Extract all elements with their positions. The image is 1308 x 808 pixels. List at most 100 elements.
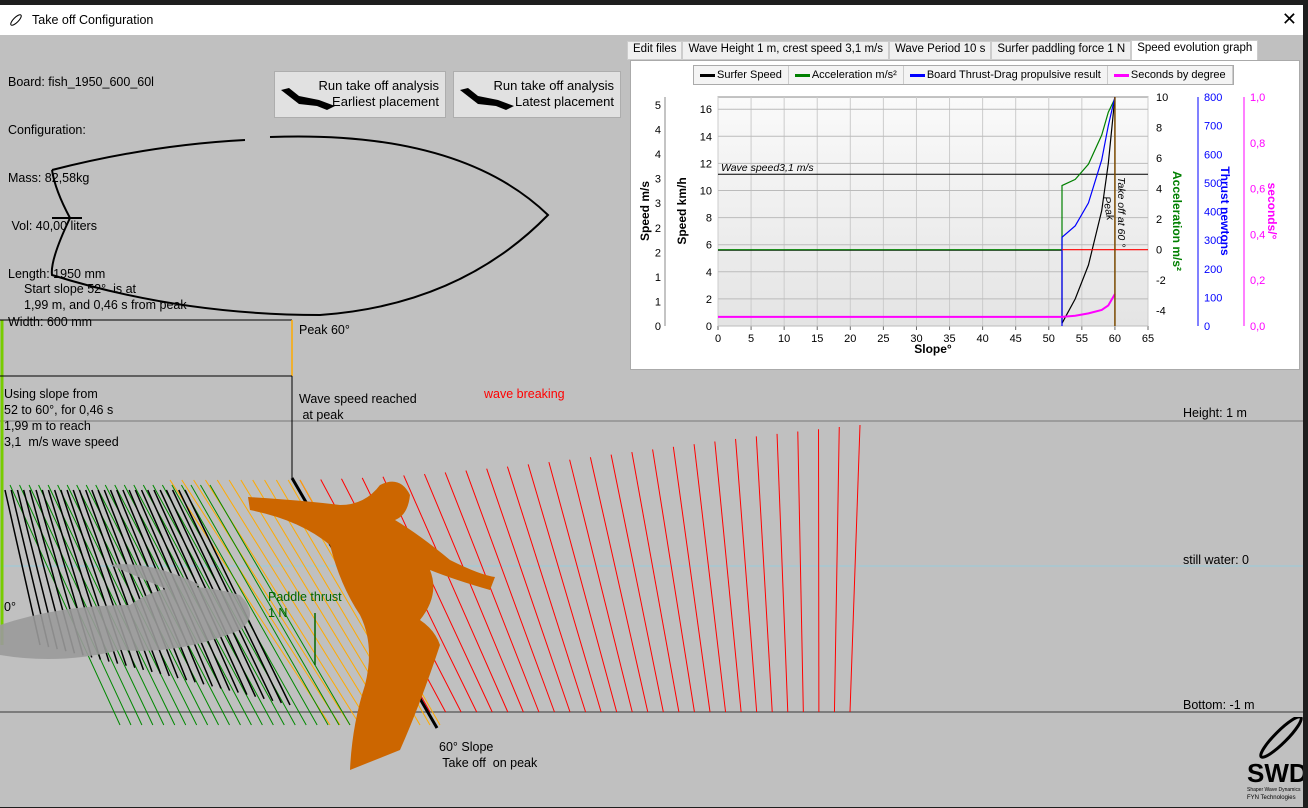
kmh-tick-label: 0: [706, 321, 712, 333]
ms-tick-label: 5: [655, 100, 661, 112]
peak-label: Peak 60°: [299, 322, 350, 338]
ms-tick-label: 0: [655, 321, 661, 333]
surfer-silhouette: [248, 482, 495, 770]
seconds-tick-label: 0,2: [1250, 275, 1265, 287]
x-tick-label: 15: [811, 333, 823, 345]
seconds-tick-label: 0,4: [1250, 229, 1265, 241]
kmh-tick-label: 6: [706, 240, 712, 252]
height-label: Height: 1 m: [1183, 405, 1247, 421]
breaking-wave-line: [850, 425, 860, 712]
x-tick-label: 10: [778, 333, 790, 345]
board-name: Board: fish_1950_600_60l: [8, 74, 154, 90]
accel-axis-label: Acceleration m/s²: [1170, 171, 1184, 271]
mass-value: Mass: 82,58kg: [8, 170, 154, 186]
start-slope-text: Start slope 52° is at 1,99 m, and 0,46 s…: [24, 281, 187, 313]
x-tick-label: 25: [877, 333, 889, 345]
paddler-icon: [279, 84, 343, 114]
tab-2[interactable]: Wave Period 10 s: [889, 41, 991, 60]
kmh-tick-label: 2: [706, 294, 712, 306]
breaking-wave-line: [528, 464, 601, 712]
still-water-label: still water: 0: [1183, 552, 1249, 568]
x-tick-label: 40: [976, 333, 988, 345]
x-tick-label: 50: [1043, 333, 1055, 345]
length-value: Length: 1950 mm: [8, 266, 154, 282]
run-earliest-button[interactable]: Run take off analysis Earliest placement: [274, 71, 446, 118]
thrust-tick-label: 800: [1204, 92, 1222, 104]
zero-degree-label: 0°: [4, 599, 16, 615]
wave-speed-annotation: Wave speed3,1 m/s: [721, 162, 814, 174]
thrust-tick-label: 700: [1204, 121, 1222, 133]
x-tick-label: 60: [1109, 333, 1121, 345]
x-tick-label: 45: [1010, 333, 1022, 345]
board-logo-icon: [8, 12, 24, 28]
accel-tick-label: 2: [1156, 214, 1162, 226]
breaking-wave-line: [673, 447, 710, 712]
svg-text:FYN Technologies: FYN Technologies: [1247, 795, 1296, 801]
x-tick-label: 5: [748, 333, 754, 345]
width-value: Width: 600 mm: [8, 314, 154, 330]
thrust-tick-label: 0: [1204, 321, 1210, 333]
breaking-wave-line: [487, 469, 570, 712]
slope-takeoff-label: 60° Slope Take off on peak: [439, 739, 537, 771]
tab-3[interactable]: Surfer paddling force 1 N: [991, 41, 1131, 60]
x-axis-label: Slope°: [914, 342, 952, 356]
tab-bar: Edit filesWave Height 1 m, crest speed 3…: [627, 40, 1258, 60]
accel-tick-label: 8: [1156, 123, 1162, 135]
seconds-tick-label: 0,0: [1250, 321, 1265, 333]
wave-breaking-label: wave breaking: [484, 386, 565, 402]
breaking-wave-line: [777, 434, 788, 712]
breaking-wave-line: [756, 436, 772, 712]
tab-0[interactable]: Edit files: [627, 41, 682, 60]
accel-tick-label: -4: [1156, 306, 1166, 318]
svg-text:SWD: SWD: [1247, 758, 1303, 788]
chart-svg: 0510152025303540455055606502468101214165…: [631, 61, 1299, 369]
ms-tick-label: 1: [655, 272, 661, 284]
ms-tick-label: 3: [655, 198, 661, 210]
ms-tick-label: 4: [655, 125, 661, 137]
ms-tick-label: 3: [655, 174, 661, 186]
breaking-wave-line: [798, 432, 804, 712]
breaking-wave-line: [570, 460, 633, 712]
breaking-wave-line: [653, 449, 695, 712]
ms-axis-label: Speed m/s: [638, 181, 652, 241]
speed-evolution-chart: Surfer SpeedAcceleration m/s²Board Thrus…: [630, 60, 1300, 370]
thrust-tick-label: 100: [1204, 292, 1222, 304]
kmh-tick-label: 12: [700, 158, 712, 170]
svg-text:Shaper Wave Dynamics: Shaper Wave Dynamics: [1247, 787, 1301, 793]
breaking-wave-line: [736, 439, 757, 712]
breaking-wave-line: [834, 427, 839, 712]
ms-tick-label: 2: [655, 247, 661, 259]
close-button[interactable]: ✕: [1282, 9, 1297, 30]
accel-tick-label: 10: [1156, 92, 1168, 104]
breaking-wave-line: [715, 442, 741, 712]
accel-tick-label: 6: [1156, 153, 1162, 165]
accel-tick-label: 0: [1156, 245, 1162, 257]
accel-tick-label: 4: [1156, 184, 1162, 196]
x-tick-label: 55: [1076, 333, 1088, 345]
tab-1[interactable]: Wave Height 1 m, crest speed 3,1 m/s: [682, 41, 889, 60]
seconds-axis-label: seconds/°: [1265, 183, 1279, 240]
thrust-tick-label: 600: [1204, 149, 1222, 161]
thrust-tick-label: 200: [1204, 264, 1222, 276]
x-tick-label: 0: [715, 333, 721, 345]
window-title: Take off Configuration: [32, 13, 153, 27]
using-slope-text: Using slope from 52 to 60°, for 0,46 s 1…: [4, 386, 119, 450]
wave-speed-reached-text: Wave speed reached at peak: [299, 391, 417, 423]
seconds-tick-label: 1,0: [1250, 92, 1265, 104]
seconds-tick-label: 0,6: [1250, 184, 1265, 196]
ms-tick-label: 1: [655, 296, 661, 308]
kmh-tick-label: 10: [700, 185, 712, 197]
configuration-label: Configuration:: [8, 122, 154, 138]
paddle-thrust-label: Paddle thrust 1 N: [268, 589, 342, 621]
breaking-wave-line: [549, 462, 617, 712]
kmh-tick-label: 16: [700, 104, 712, 116]
seconds-tick-label: 0,8: [1250, 138, 1265, 150]
kmh-axis-label: Speed km/h: [675, 177, 689, 244]
takeoff-annotation: Take off at 60 °: [1115, 177, 1127, 247]
ms-tick-label: 2: [655, 223, 661, 235]
tab-4[interactable]: Speed evolution graph: [1131, 40, 1258, 61]
title-bar: Take off Configuration ✕: [0, 5, 1303, 35]
run-latest-button[interactable]: Run take off analysis Latest placement: [453, 71, 621, 118]
kmh-tick-label: 4: [706, 267, 712, 279]
bottom-label: Bottom: -1 m: [1183, 697, 1255, 713]
